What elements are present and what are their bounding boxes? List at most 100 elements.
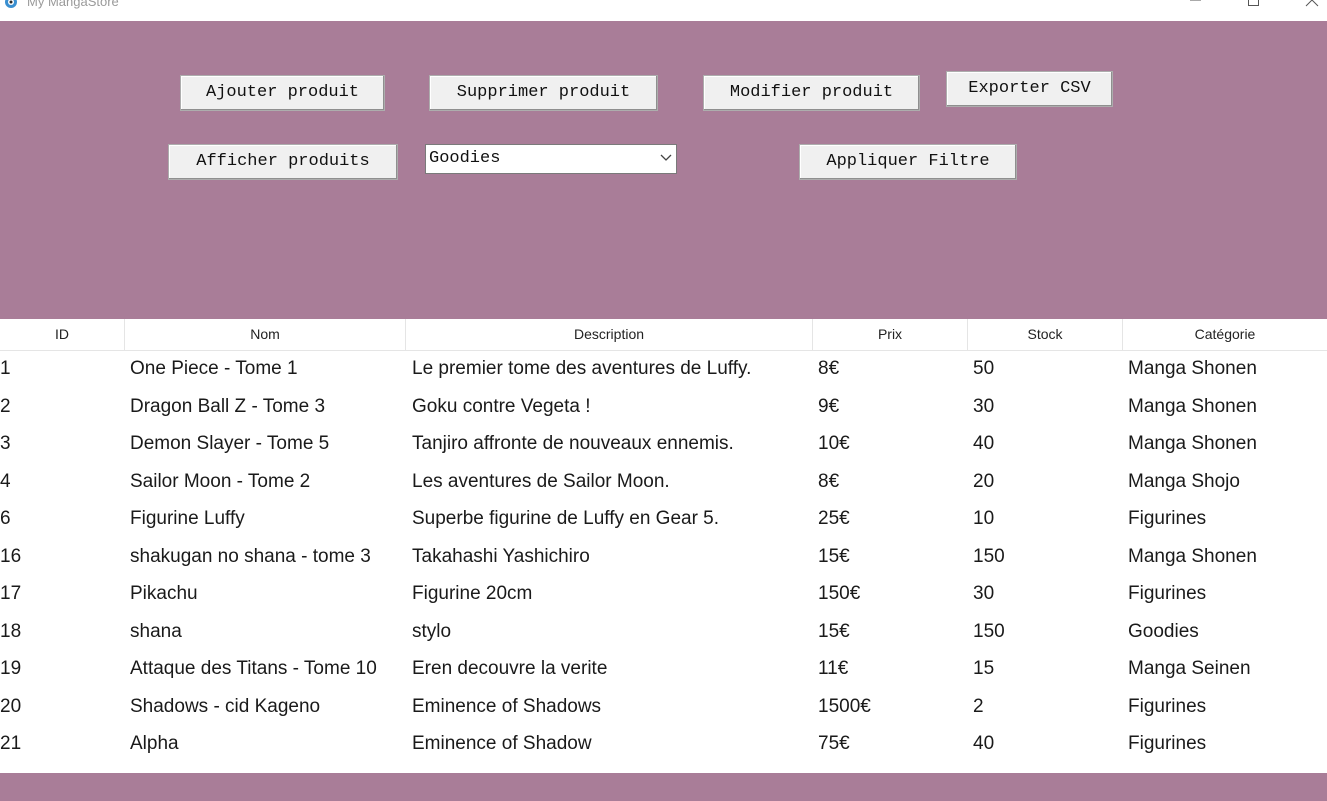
cell-category: Figurines	[1128, 733, 1207, 754]
products-table: ID Nom Description Prix Stock Catégorie …	[0, 319, 1327, 773]
table-row[interactable]: 17 Pikachu Figurine 20cm 150€ 30 Figurines	[0, 575, 1327, 612]
table-row[interactable]: 6 Figurine Luffy Superbe figurine de Luffy…	[0, 500, 1327, 537]
cell-id: 20	[0, 695, 22, 717]
table-row[interactable]: 3 Demon Slayer - Tome 5 Tanjiro affronte d…	[0, 425, 1327, 462]
cell-stock: 40	[973, 433, 995, 454]
cell-category: Manga Shojo	[1128, 470, 1240, 492]
cell-price: 11€	[818, 658, 849, 679]
apply-filter-button[interactable]: Appliquer Filtre	[799, 144, 1017, 180]
add-product-button[interactable]: Ajouter produit	[180, 75, 385, 111]
minimize-icon[interactable]	[1184, 0, 1208, 12]
cell-description: Figurine 20cm	[412, 583, 533, 604]
cell-stock: 2	[973, 695, 984, 717]
cell-name: Shadows - cid Kageno	[130, 695, 321, 717]
cell-id: 1	[0, 358, 11, 379]
column-header-name[interactable]: Nom	[125, 319, 406, 350]
maximize-icon[interactable]	[1242, 0, 1266, 12]
window-title: My MangaStore	[27, 0, 119, 9]
cell-description: Les aventures de Sailor Moon.	[412, 470, 670, 492]
cell-stock: 10	[973, 508, 995, 529]
toolbar-panel: Ajouter produit Supprimer produit Modifi…	[0, 21, 1327, 319]
cell-description: Eren decouvre la verite	[412, 658, 608, 679]
cell-id: 19	[0, 658, 22, 679]
table-row[interactable]: 2 Dragon Ball Z - Tome 3 Goku contre Veget…	[0, 388, 1327, 425]
cell-stock: 20	[973, 470, 995, 492]
category-filter-select[interactable]: Goodies	[425, 144, 677, 174]
cell-price: 8€	[818, 358, 840, 379]
cell-stock: 15	[973, 658, 995, 679]
cell-price: 150€	[818, 583, 861, 604]
cell-price: 9€	[818, 395, 840, 417]
cell-category: Manga Shonen	[1128, 358, 1257, 379]
cell-name: shana	[130, 620, 182, 642]
cell-category: Manga Seinen	[1128, 658, 1251, 679]
cell-category: Manga Shonen	[1128, 433, 1257, 454]
cell-name: Figurine Luffy	[130, 508, 245, 529]
cell-description: Le premier tome des aventures de Luffy.	[412, 358, 752, 379]
cell-category: Manga Shonen	[1128, 545, 1257, 567]
cell-description: Goku contre Vegeta !	[412, 395, 591, 417]
cell-category: Manga Shonen	[1128, 395, 1257, 417]
cell-name: Sailor Moon - Tome 2	[130, 470, 311, 492]
cell-id: 16	[0, 545, 22, 567]
cell-price: 15€	[818, 620, 850, 642]
cell-price: 8€	[818, 470, 840, 492]
cell-description: stylo	[412, 620, 452, 642]
table-row[interactable]: 18 shana stylo 15€ 150 Goodies	[0, 613, 1327, 650]
table-row[interactable]: 1 One Piece - Tome 1 Le premier tome des a…	[0, 350, 1327, 387]
cell-stock: 30	[973, 395, 995, 417]
cell-price: 1500€	[818, 695, 871, 717]
cell-description: Superbe figurine de Luffy en Gear 5.	[412, 508, 720, 529]
cell-stock: 50	[973, 358, 995, 379]
cell-id: 18	[0, 620, 22, 642]
app-icon	[5, 0, 17, 8]
cell-stock: 40	[973, 733, 995, 754]
cell-description: Eminence of Shadow	[412, 733, 592, 754]
title-bar: My MangaStore	[0, 0, 1327, 21]
table-header: ID Nom Description Prix Stock Catégorie	[0, 319, 1327, 351]
table-row[interactable]: 16 shakugan no shana - tome 3 Takahashi Ya…	[0, 538, 1327, 575]
cell-price: 10€	[818, 433, 850, 454]
cell-id: 6	[0, 508, 11, 529]
column-header-category[interactable]: Catégorie	[1123, 319, 1327, 350]
cell-id: 2	[0, 395, 11, 417]
delete-product-button[interactable]: Supprimer produit	[429, 75, 658, 111]
cell-category: Figurines	[1128, 695, 1207, 717]
cell-id: 21	[0, 733, 22, 754]
cell-name: shakugan no shana - tome 3	[130, 545, 371, 567]
cell-name: Demon Slayer - Tome 5	[130, 433, 330, 454]
cell-description: Eminence of Shadows	[412, 695, 602, 717]
export-csv-button[interactable]: Exporter CSV	[946, 71, 1113, 107]
cell-id: 3	[0, 433, 11, 454]
cell-description: Takahashi Yashichiro	[412, 545, 590, 567]
table-row[interactable]: 20 Shadows - cid Kageno Eminence of Shadow…	[0, 688, 1327, 725]
cell-stock: 150	[973, 545, 1005, 567]
cell-id: 4	[0, 470, 11, 492]
category-filter-value: Goodies	[429, 149, 501, 168]
cell-name: Alpha	[130, 733, 179, 754]
column-header-id[interactable]: ID	[0, 319, 125, 350]
show-products-button[interactable]: Afficher produits	[168, 144, 398, 180]
cell-name: One Piece - Tome 1	[130, 358, 298, 379]
cell-name: Pikachu	[130, 583, 198, 604]
modify-product-button[interactable]: Modifier produit	[703, 75, 920, 111]
column-header-description[interactable]: Description	[406, 319, 813, 350]
cell-category: Figurines	[1128, 508, 1207, 529]
cell-category: Goodies	[1128, 620, 1199, 642]
close-icon[interactable]	[1300, 0, 1324, 12]
cell-price: 15€	[818, 545, 850, 567]
table-row[interactable]: 4 Sailor Moon - Tome 2 Les aventures de Sa…	[0, 463, 1327, 500]
cell-stock: 150	[973, 620, 1005, 642]
cell-id: 17	[0, 583, 22, 604]
cell-name: Dragon Ball Z - Tome 3	[130, 395, 326, 417]
column-header-stock[interactable]: Stock	[968, 319, 1123, 350]
column-header-price[interactable]: Prix	[813, 319, 968, 350]
cell-price: 75€	[818, 733, 850, 754]
cell-category: Figurines	[1128, 583, 1207, 604]
table-row[interactable]: 19 Attaque des Titans - Tome 10 Eren decou…	[0, 650, 1327, 687]
chevron-down-icon	[660, 154, 672, 161]
footer-bar	[0, 773, 1327, 801]
cell-stock: 30	[973, 583, 995, 604]
cell-description: Tanjiro affronte de nouveaux ennemis.	[412, 433, 734, 454]
table-row[interactable]: 21 Alpha Eminence of Shadow 75€ 40 Figurines	[0, 725, 1327, 762]
